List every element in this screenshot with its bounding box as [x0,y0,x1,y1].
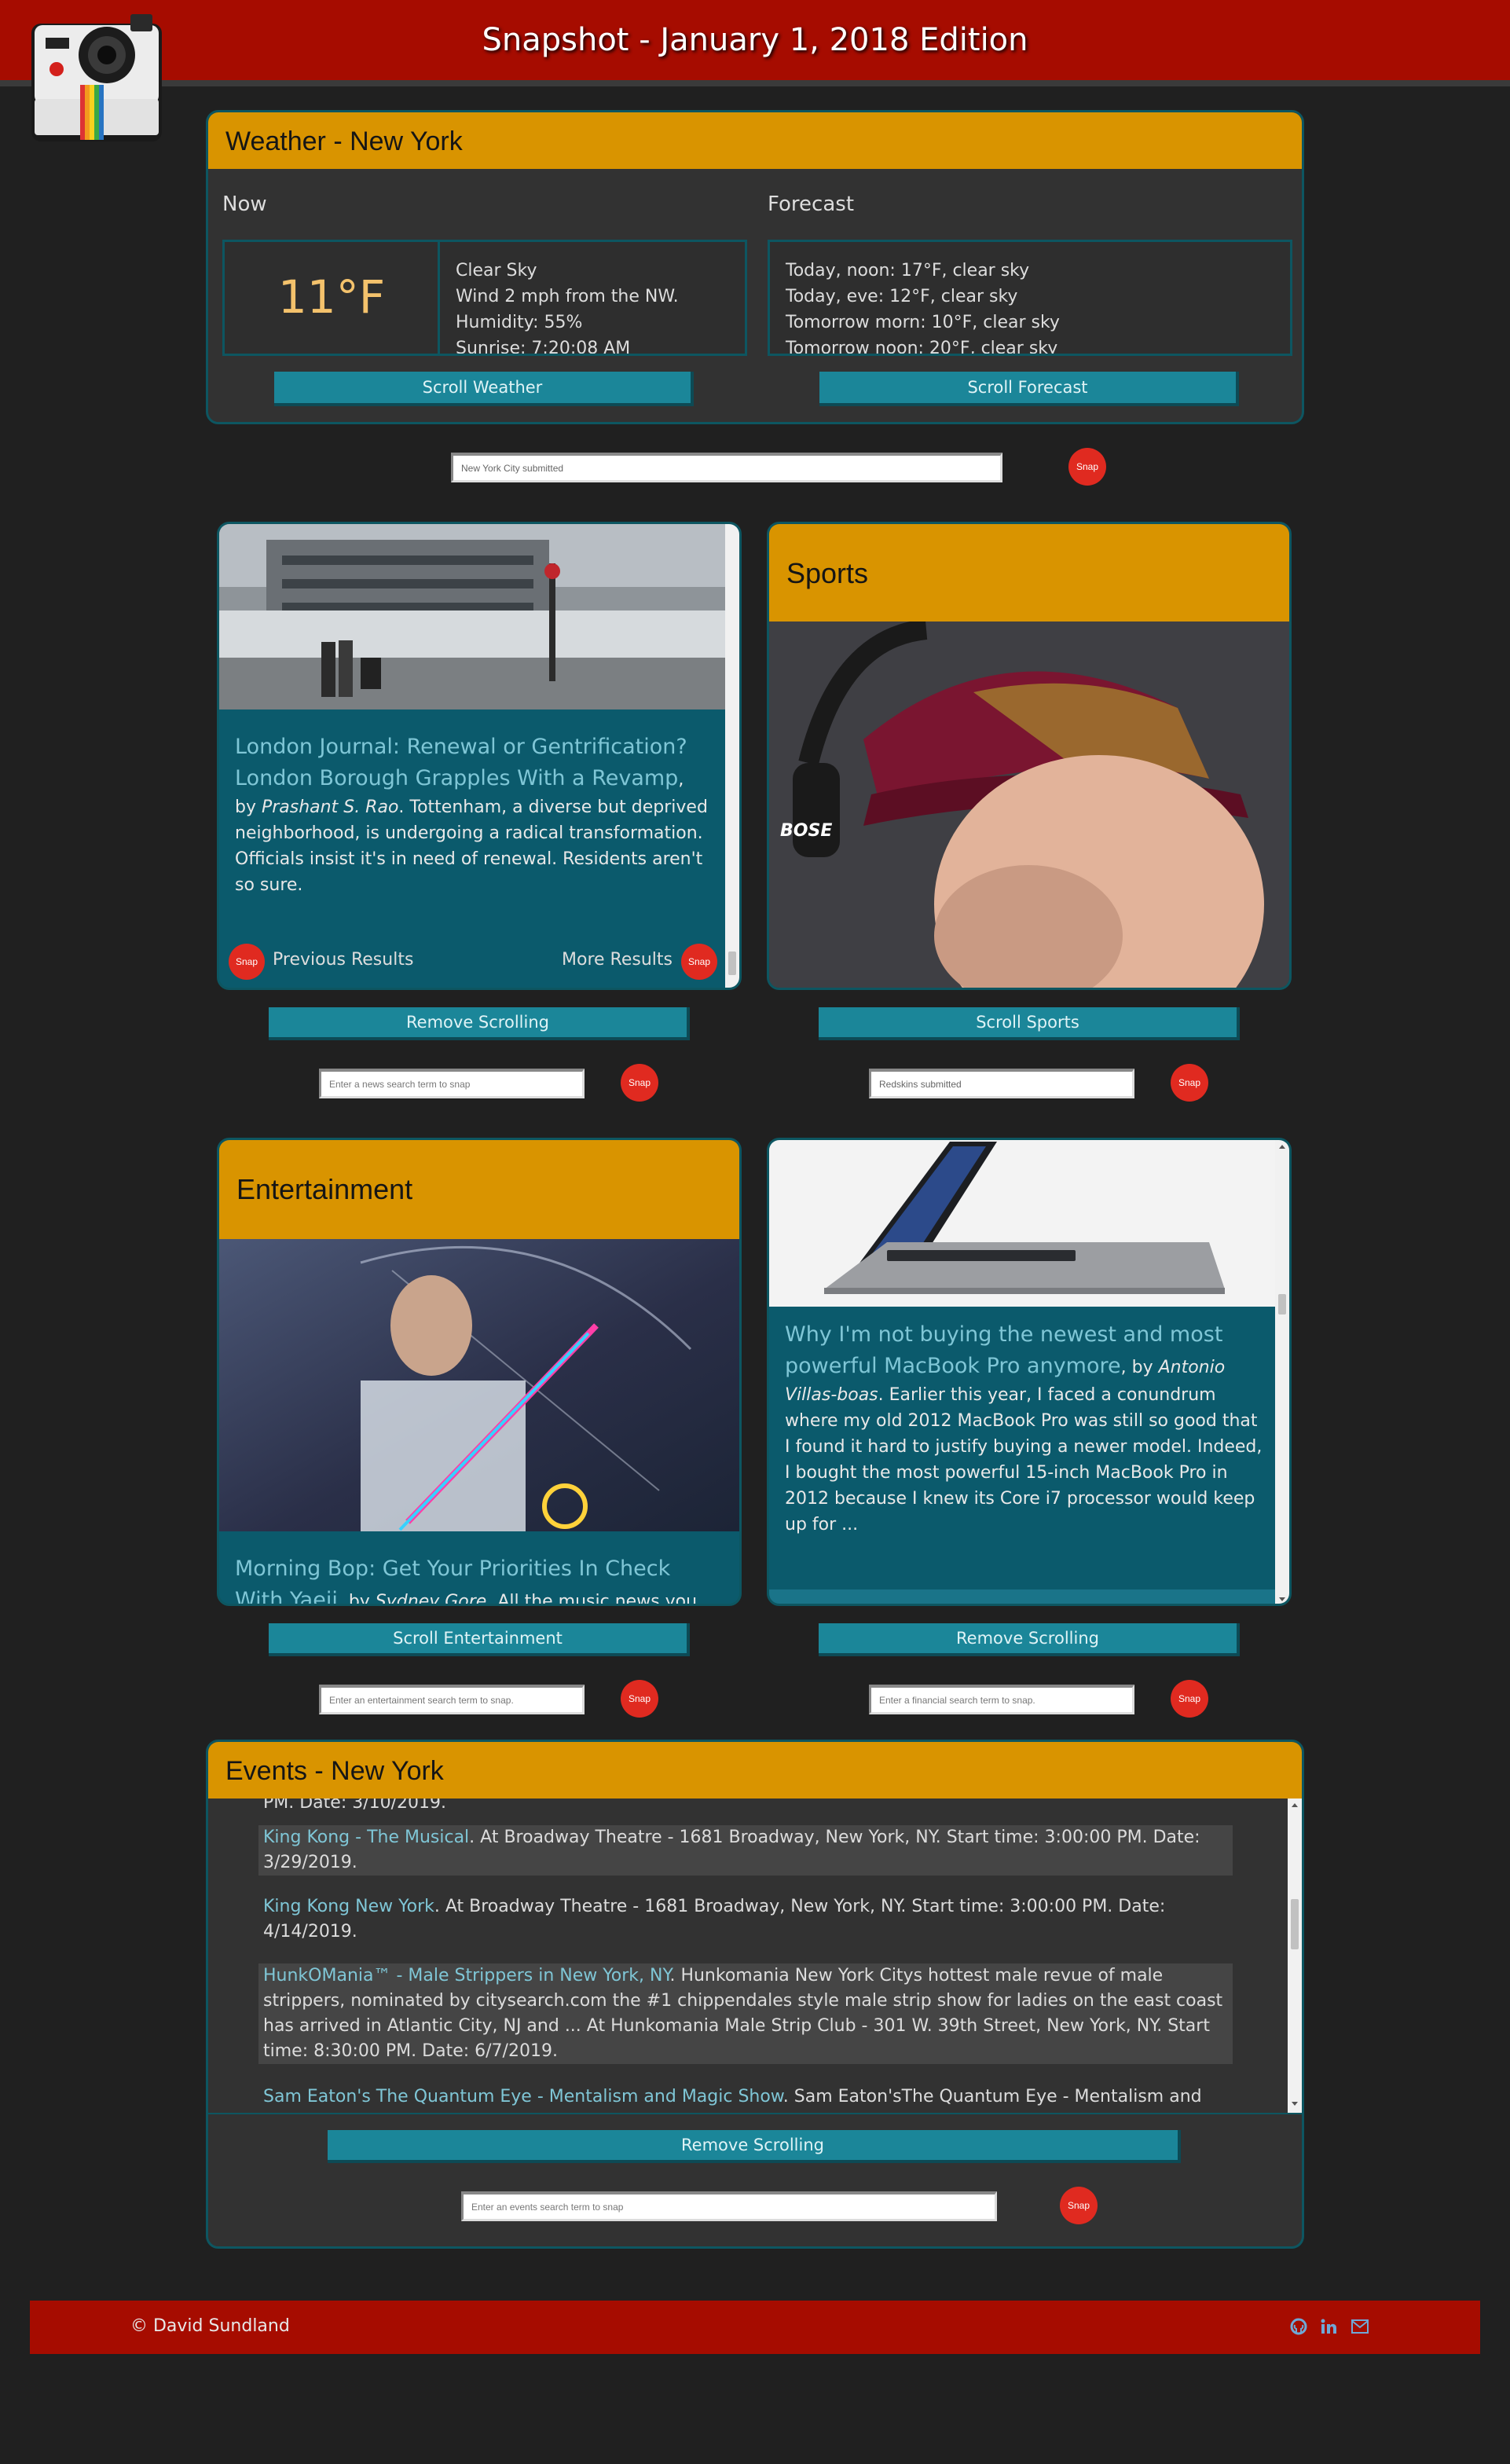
events-scroll-up-arrow[interactable] [1292,1803,1298,1807]
forecast-item: Tomorrow noon: 20°F, clear sky [786,339,1058,356]
events-scrollbar-thumb[interactable] [1291,1899,1299,1949]
sunrise-text: Sunrise: 7:20:08 AM [456,339,631,356]
linkedin-icon[interactable] [1320,2318,1337,2335]
weather-header: Weather - New York [208,112,1302,169]
finance-article-summary: . Earlier this year, I faced a conundrum… [785,1385,1263,1534]
weather-location-input[interactable] [451,453,1002,482]
events-panel: Events - New York PM. Date: 3/10/2019. K… [206,1740,1304,2249]
events-scroll-down-arrow[interactable] [1292,2102,1298,2106]
polaroid-camera-logo [31,14,162,141]
event-link[interactable]: HunkOMania™ - Male Strippers in New York… [263,1966,669,1986]
finance-search-snap-button[interactable]: Snap [1171,1680,1208,1718]
event-link[interactable]: King Kong - The Musical [263,1828,469,1847]
event-item: King Kong - The Musical. At Broadway The… [258,1825,1233,1876]
events-scrollbar[interactable] [1288,1798,1302,2113]
entertainment-header: Entertainment [219,1140,739,1239]
events-search-snap-button[interactable]: Snap [1060,2187,1098,2224]
news-article-body: London Journal: Renewal or Gentrificatio… [235,735,708,895]
news-article-link[interactable]: London Journal: Renewal or Gentrificatio… [235,735,687,790]
entertainment-article-body: Morning Bop: Get Your Priorities In Chec… [235,1553,722,1606]
sports-search-input[interactable] [869,1069,1134,1098]
weather-panel: Weather - New York Now Forecast 11°F Cle… [206,110,1304,424]
entertainment-article-author: Sydney Gore [375,1592,487,1606]
news-search-input[interactable] [319,1069,585,1098]
condition-text: Clear Sky [456,261,537,280]
forecast-item: Today, eve: 12°F, clear sky [786,287,1018,306]
sports-heading: Sports [786,557,869,589]
now-label: Now [222,192,267,216]
event-item: King Kong New York. At Broadway Theatre … [258,1894,1233,1945]
entertainment-heading: Entertainment [236,1173,413,1205]
forecast-label: Forecast [768,192,855,216]
event-item-partial: PM. Date: 3/10/2019. [263,1798,447,1813]
finance-search-input[interactable] [869,1685,1134,1714]
events-heading: Events - New York [225,1756,444,1786]
event-details: . Sam Eaton'sThe Quantum Eye - Mentalism… [782,2087,1202,2106]
previous-results-link[interactable]: Previous Results [273,950,413,970]
finance-panel[interactable]: Why I'm not buying the newest and most p… [767,1138,1292,1606]
news-scrollbar[interactable] [725,524,739,988]
sports-search-snap-button[interactable]: Snap [1171,1064,1208,1102]
current-details-box[interactable]: Clear Sky Wind 2 mph from the NW. Humidi… [438,240,747,356]
page-title: Snapshot - January 1, 2018 Edition [482,22,1028,58]
event-link[interactable]: Sam Eaton's The Quantum Eye - Mentalism … [263,2087,783,2106]
news-article-image [219,524,728,710]
header-bar: Snapshot - January 1, 2018 Edition [0,0,1510,86]
finance-article-body: Why I'm not buying the newest and most p… [785,1322,1263,1534]
entertainment-panel[interactable]: Entertainment Morning Bop: Get Your Prio… [217,1138,742,1606]
github-icon[interactable] [1290,2318,1307,2335]
footer-bar: © David Sundland [30,2301,1480,2354]
finance-article-footer-strip [769,1590,1278,1604]
finance-scroll-down-arrow[interactable] [1279,1597,1285,1601]
footer-copyright: © David Sundland [130,2316,290,2336]
scroll-sports-button[interactable]: Scroll Sports [819,1007,1240,1040]
weather-snap-button[interactable]: Snap [1068,448,1106,486]
news-scrollbar-thumb[interactable] [728,952,736,975]
sports-panel[interactable]: Sports BOSE [767,522,1292,990]
event-item: HunkOMania™ - Male Strippers in New York… [258,1964,1233,2064]
event-item: Sam Eaton's The Quantum Eye - Mentalism … [258,2084,1233,2110]
sports-header: Sports [769,524,1289,622]
finance-remove-scrolling-button[interactable]: Remove Scrolling [819,1623,1240,1656]
sports-article-image [769,622,1289,988]
humidity-text: Humidity: 55% [456,313,583,332]
scroll-entertainment-button[interactable]: Scroll Entertainment [269,1623,690,1656]
scroll-weather-button[interactable]: Scroll Weather [274,372,694,406]
news-snap-more-button[interactable]: Snap [681,944,717,980]
finance-scroll-up-arrow[interactable] [1279,1145,1285,1149]
finance-scrollbar-thumb[interactable] [1278,1294,1286,1314]
events-remove-scrolling-button[interactable]: Remove Scrolling [328,2130,1181,2163]
news-article-author: Prashant S. Rao [261,798,399,817]
entertainment-article-image [219,1239,739,1531]
finance-scrollbar[interactable] [1275,1140,1289,1604]
email-icon[interactable] [1351,2319,1369,2334]
entertainment-search-snap-button[interactable]: Snap [621,1680,658,1718]
events-search-input[interactable] [461,2191,997,2221]
events-list[interactable]: PM. Date: 3/10/2019. King Kong - The Mus… [208,1798,1302,2113]
forecast-item: Tomorrow morn: 10°F, clear sky [786,313,1060,332]
news-remove-scrolling-button[interactable]: Remove Scrolling [269,1007,690,1040]
events-header: Events - New York [208,1742,1302,1798]
news-search-snap-button[interactable]: Snap [621,1064,658,1102]
event-link[interactable]: King Kong New York [263,1897,434,1916]
wind-text: Wind 2 mph from the NW. [456,287,679,306]
finance-article-image [769,1140,1278,1307]
weather-heading: Weather - New York [225,126,463,156]
current-temp-box: 11°F [222,240,441,356]
events-divider [208,2113,1302,2114]
sports-image-text: BOSE [780,821,833,841]
forecast-item: Today, noon: 17°F, clear sky [786,261,1030,280]
entertainment-search-input[interactable] [319,1685,585,1714]
more-results-link[interactable]: More Results [562,950,673,970]
scroll-forecast-button[interactable]: Scroll Forecast [819,372,1239,406]
news-panel[interactable]: London Journal: Renewal or Gentrificatio… [217,522,742,990]
news-snap-prev-button[interactable]: Snap [229,944,265,980]
current-temperature: 11°F [277,270,386,324]
forecast-box[interactable]: Today, noon: 17°F, clear sky Today, eve:… [768,240,1292,356]
